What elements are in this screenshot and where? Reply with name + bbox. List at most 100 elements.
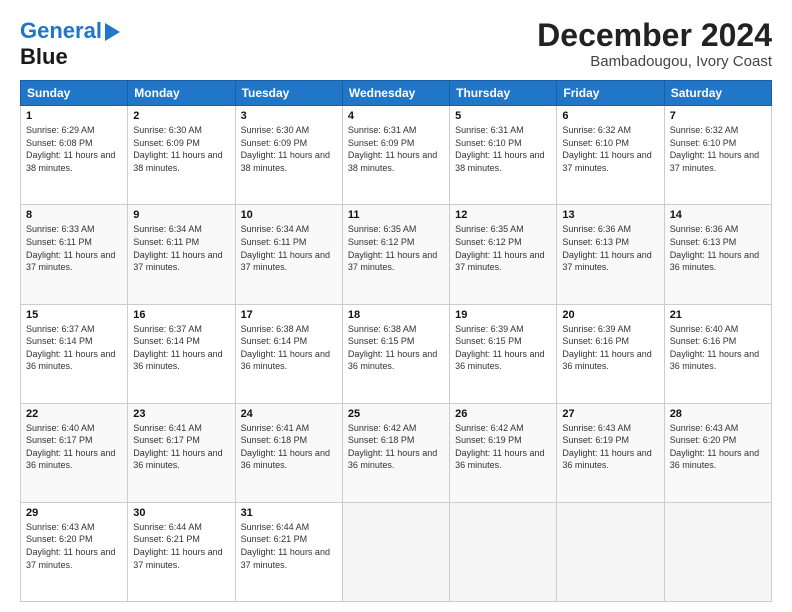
day-info: Sunrise: 6:29 AMSunset: 6:08 PMDaylight:… xyxy=(26,125,115,173)
day-number: 14 xyxy=(670,209,766,221)
day-number: 7 xyxy=(670,110,766,122)
calendar-week-2: 8 Sunrise: 6:33 AMSunset: 6:11 PMDaylight… xyxy=(21,205,772,304)
day-number: 15 xyxy=(26,309,122,321)
header: General Blue December 2024 Bambadougou, … xyxy=(20,18,772,70)
calendar-cell: 1 Sunrise: 6:29 AMSunset: 6:08 PMDaylight… xyxy=(21,106,128,205)
calendar-cell: 10Sunrise: 6:34 AMSunset: 6:11 PMDayligh… xyxy=(235,205,342,304)
calendar-cell: 17 Sunrise: 6:38 AMSunset: 6:14 PMDayligh… xyxy=(235,304,342,403)
calendar-header-sunday: Sunday xyxy=(21,81,128,106)
day-info: Sunrise: 6:30 AMSunset: 6:09 PMDaylight:… xyxy=(133,125,222,173)
day-info: Sunrise: 6:34 AMSunset: 6:11 PMDaylight:… xyxy=(241,224,330,272)
day-number: 21 xyxy=(670,309,766,321)
calendar-cell: 5Sunrise: 6:31 AMSunset: 6:10 PMDaylight… xyxy=(450,106,557,205)
day-info: Sunrise: 6:40 AMSunset: 6:16 PMDaylight:… xyxy=(670,324,759,372)
day-info: Sunrise: 6:42 AMSunset: 6:19 PMDaylight:… xyxy=(455,423,544,471)
day-number: 20 xyxy=(562,309,658,321)
calendar-cell xyxy=(342,502,449,601)
calendar-cell: 4Sunrise: 6:31 AMSunset: 6:09 PMDaylight… xyxy=(342,106,449,205)
calendar-header-thursday: Thursday xyxy=(450,81,557,106)
day-number: 22 xyxy=(26,408,122,420)
calendar-cell: 6Sunrise: 6:32 AMSunset: 6:10 PMDaylight… xyxy=(557,106,664,205)
calendar-header-wednesday: Wednesday xyxy=(342,81,449,106)
calendar-cell: 22 Sunrise: 6:40 AMSunset: 6:17 PMDayligh… xyxy=(21,403,128,502)
day-number: 11 xyxy=(348,209,444,221)
calendar-cell: 24Sunrise: 6:41 AMSunset: 6:18 PMDayligh… xyxy=(235,403,342,502)
calendar-cell: 12Sunrise: 6:35 AMSunset: 6:12 PMDayligh… xyxy=(450,205,557,304)
calendar-cell: 18Sunrise: 6:38 AMSunset: 6:15 PMDayligh… xyxy=(342,304,449,403)
calendar-cell: 21 Sunrise: 6:40 AMSunset: 6:16 PMDayligh… xyxy=(664,304,771,403)
calendar-header-friday: Friday xyxy=(557,81,664,106)
day-info: Sunrise: 6:37 AMSunset: 6:14 PMDaylight:… xyxy=(26,324,115,372)
day-info: Sunrise: 6:42 AMSunset: 6:18 PMDaylight:… xyxy=(348,423,437,471)
day-number: 26 xyxy=(455,408,551,420)
day-number: 6 xyxy=(562,110,658,122)
calendar-cell: 23 Sunrise: 6:41 AMSunset: 6:17 PMDayligh… xyxy=(128,403,235,502)
day-info: Sunrise: 6:43 AMSunset: 6:20 PMDaylight:… xyxy=(26,522,115,570)
page: General Blue December 2024 Bambadougou, … xyxy=(0,0,792,612)
day-number: 28 xyxy=(670,408,766,420)
day-info: Sunrise: 6:31 AMSunset: 6:10 PMDaylight:… xyxy=(455,125,544,173)
day-number: 25 xyxy=(348,408,444,420)
day-number: 24 xyxy=(241,408,337,420)
day-info: Sunrise: 6:36 AMSunset: 6:13 PMDaylight:… xyxy=(562,224,651,272)
calendar-cell: 9 Sunrise: 6:34 AMSunset: 6:11 PMDaylight… xyxy=(128,205,235,304)
day-info: Sunrise: 6:38 AMSunset: 6:15 PMDaylight:… xyxy=(348,324,437,372)
calendar-week-4: 22 Sunrise: 6:40 AMSunset: 6:17 PMDayligh… xyxy=(21,403,772,502)
day-number: 2 xyxy=(133,110,229,122)
day-info: Sunrise: 6:30 AMSunset: 6:09 PMDaylight:… xyxy=(241,125,330,173)
day-info: Sunrise: 6:34 AMSunset: 6:11 PMDaylight:… xyxy=(133,224,222,272)
calendar-cell: 3Sunrise: 6:30 AMSunset: 6:09 PMDaylight… xyxy=(235,106,342,205)
calendar-cell: 29 Sunrise: 6:43 AMSunset: 6:20 PMDayligh… xyxy=(21,502,128,601)
day-info: Sunrise: 6:41 AMSunset: 6:17 PMDaylight:… xyxy=(133,423,222,471)
day-number: 29 xyxy=(26,507,122,519)
day-number: 27 xyxy=(562,408,658,420)
day-info: Sunrise: 6:32 AMSunset: 6:10 PMDaylight:… xyxy=(670,125,759,173)
day-number: 13 xyxy=(562,209,658,221)
day-number: 8 xyxy=(26,209,122,221)
day-number: 12 xyxy=(455,209,551,221)
calendar-cell xyxy=(450,502,557,601)
calendar-week-3: 15 Sunrise: 6:37 AMSunset: 6:14 PMDayligh… xyxy=(21,304,772,403)
day-info: Sunrise: 6:38 AMSunset: 6:14 PMDaylight:… xyxy=(241,324,330,372)
calendar-cell: 26 Sunrise: 6:42 AMSunset: 6:19 PMDayligh… xyxy=(450,403,557,502)
calendar-cell: 15 Sunrise: 6:37 AMSunset: 6:14 PMDayligh… xyxy=(21,304,128,403)
calendar-cell xyxy=(664,502,771,601)
day-number: 9 xyxy=(133,209,229,221)
logo: General Blue xyxy=(20,18,120,70)
day-number: 16 xyxy=(133,309,229,321)
day-info: Sunrise: 6:39 AMSunset: 6:16 PMDaylight:… xyxy=(562,324,651,372)
calendar-cell: 16 Sunrise: 6:37 AMSunset: 6:14 PMDayligh… xyxy=(128,304,235,403)
calendar-header-row: SundayMondayTuesdayWednesdayThursdayFrid… xyxy=(21,81,772,106)
calendar-cell: 31Sunrise: 6:44 AMSunset: 6:21 PMDayligh… xyxy=(235,502,342,601)
day-info: Sunrise: 6:33 AMSunset: 6:11 PMDaylight:… xyxy=(26,224,115,272)
title-block: December 2024 Bambadougou, Ivory Coast xyxy=(537,18,772,70)
calendar-cell: 13 Sunrise: 6:36 AMSunset: 6:13 PMDayligh… xyxy=(557,205,664,304)
day-info: Sunrise: 6:37 AMSunset: 6:14 PMDaylight:… xyxy=(133,324,222,372)
day-number: 4 xyxy=(348,110,444,122)
day-number: 1 xyxy=(26,110,122,122)
day-info: Sunrise: 6:43 AMSunset: 6:19 PMDaylight:… xyxy=(562,423,651,471)
calendar-cell: 28 Sunrise: 6:43 AMSunset: 6:20 PMDayligh… xyxy=(664,403,771,502)
calendar-header-saturday: Saturday xyxy=(664,81,771,106)
calendar-header-tuesday: Tuesday xyxy=(235,81,342,106)
day-info: Sunrise: 6:39 AMSunset: 6:15 PMDaylight:… xyxy=(455,324,544,372)
calendar-cell xyxy=(557,502,664,601)
day-number: 23 xyxy=(133,408,229,420)
calendar-header-monday: Monday xyxy=(128,81,235,106)
calendar-week-1: 1 Sunrise: 6:29 AMSunset: 6:08 PMDaylight… xyxy=(21,106,772,205)
day-number: 17 xyxy=(241,309,337,321)
calendar-cell: 2 Sunrise: 6:30 AMSunset: 6:09 PMDaylight… xyxy=(128,106,235,205)
day-info: Sunrise: 6:40 AMSunset: 6:17 PMDaylight:… xyxy=(26,423,115,471)
calendar-cell: 7 Sunrise: 6:32 AMSunset: 6:10 PMDaylight… xyxy=(664,106,771,205)
calendar-cell: 11 Sunrise: 6:35 AMSunset: 6:12 PMDayligh… xyxy=(342,205,449,304)
calendar-title: December 2024 xyxy=(537,18,772,53)
calendar-cell: 8 Sunrise: 6:33 AMSunset: 6:11 PMDaylight… xyxy=(21,205,128,304)
calendar-location: Bambadougou, Ivory Coast xyxy=(537,53,772,70)
day-info: Sunrise: 6:35 AMSunset: 6:12 PMDaylight:… xyxy=(348,224,437,272)
logo-arrow-icon xyxy=(105,23,120,41)
day-info: Sunrise: 6:36 AMSunset: 6:13 PMDaylight:… xyxy=(670,224,759,272)
calendar-cell: 27 Sunrise: 6:43 AMSunset: 6:19 PMDayligh… xyxy=(557,403,664,502)
day-number: 31 xyxy=(241,507,337,519)
day-info: Sunrise: 6:43 AMSunset: 6:20 PMDaylight:… xyxy=(670,423,759,471)
calendar-cell: 19Sunrise: 6:39 AMSunset: 6:15 PMDayligh… xyxy=(450,304,557,403)
